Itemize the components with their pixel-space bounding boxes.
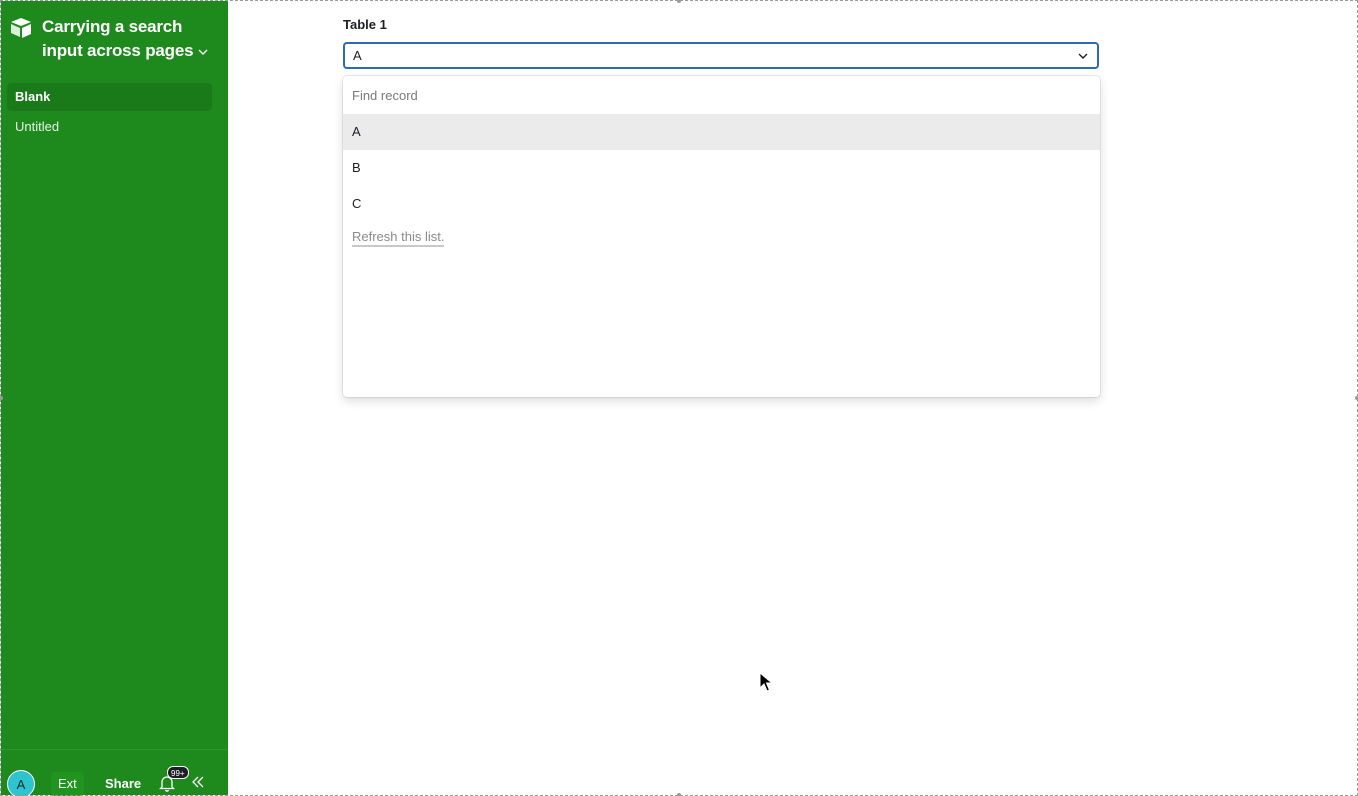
app-title-text: Carrying a search input across pages — [42, 17, 194, 60]
app-title[interactable]: Carrying a search input across pages — [42, 15, 222, 63]
field-label: Table 1 — [343, 17, 387, 32]
option-c[interactable]: C — [343, 186, 1100, 222]
mouse-pointer-icon — [759, 672, 773, 692]
find-record-input[interactable] — [343, 76, 1100, 114]
table-select[interactable]: A — [343, 42, 1099, 69]
notification-badge: 99+ — [167, 766, 189, 779]
sidebar-item-untitled[interactable]: Untitled — [7, 113, 212, 141]
sidebar: Carrying a search input across pages Bla… — [1, 1, 228, 796]
sidebar-footer: A Ext Share 99+ — [1, 749, 228, 796]
double-chevron-left-icon[interactable] — [191, 776, 205, 788]
chevron-down-icon — [1078, 53, 1088, 59]
share-button[interactable]: Share — [105, 772, 141, 796]
record-dropdown: A B C Refresh this list. — [343, 76, 1100, 397]
option-a[interactable]: A — [343, 114, 1100, 150]
refresh-list-link[interactable]: Refresh this list. — [352, 229, 445, 247]
ext-button[interactable]: Ext — [51, 772, 84, 796]
chevron-down-icon — [198, 49, 208, 55]
airtable-logo-icon[interactable] — [7, 13, 35, 41]
selected-value: A — [353, 48, 362, 63]
sidebar-item-blank[interactable]: Blank — [7, 83, 212, 111]
avatar[interactable]: A — [7, 770, 35, 796]
option-b[interactable]: B — [343, 150, 1100, 186]
